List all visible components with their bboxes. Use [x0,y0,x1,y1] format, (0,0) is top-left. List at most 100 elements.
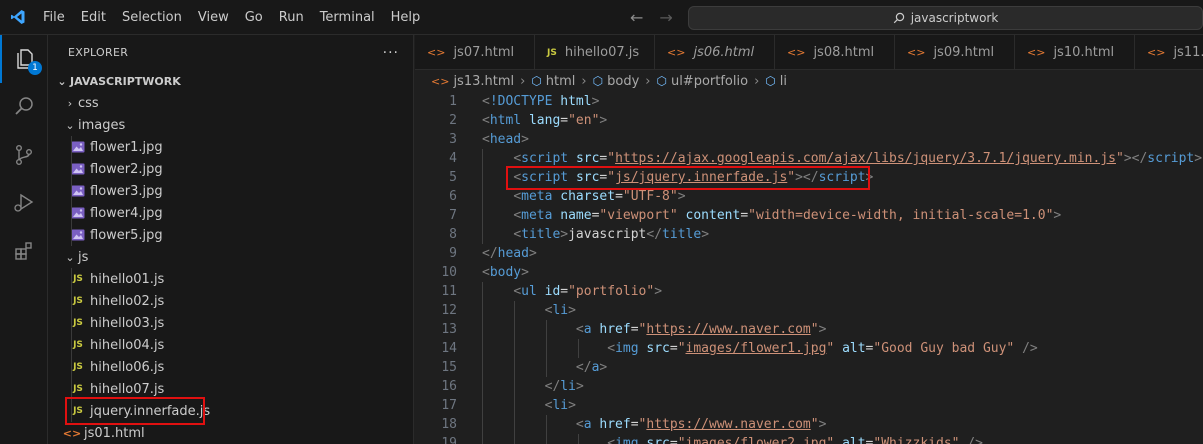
forward-arrow-icon[interactable]: → [659,8,672,27]
tree-file[interactable]: JS hihello03.js [48,312,413,334]
tree-file[interactable]: JS hihello06.js [48,356,413,378]
line-number: 11 [441,284,457,299]
code-token: > [1194,151,1203,166]
js-file-icon: JS [73,340,83,350]
code-editor[interactable]: 1 <!DOCTYPE html> 2 <html lang="en"> 3 <head>… [415,92,1203,444]
tab-label: js08.html [813,45,875,60]
breadcrumb-html[interactable]: html [546,74,576,89]
breadcrumb-li[interactable]: li [780,74,787,89]
tree-folder[interactable]: ⌄ images [48,114,413,136]
code-token[interactable]: images/flower2.jpg [686,436,827,444]
workspace-folder[interactable]: ⌄ JAVASCRIPTWORK [48,70,413,92]
code-token: body [489,265,522,280]
editor-tab[interactable]: <> js09.html [895,35,1015,69]
code-token: " [677,341,686,356]
menu-view[interactable]: View [190,0,237,35]
breadcrumb: <> js13.html › ⬡ html › ⬡ body › ⬡ ul#po… [415,70,1203,92]
tree-file[interactable]: JS hihello01.js [48,268,413,290]
tree-file[interactable]: <> js01.html [48,422,413,444]
run-debug-icon [14,193,34,212]
menu-help[interactable]: Help [383,0,429,35]
breadcrumb-ul[interactable]: ul#portfolio [671,74,748,89]
code-token: lang [528,113,561,128]
line-number: 12 [441,303,457,318]
tree-file[interactable]: JS hihello04.js [48,334,413,356]
line-number: 17 [441,398,457,413]
code-text: <img src="images/flower2.jpg" alt="Whizz… [482,434,983,444]
code-token: > [818,417,827,432]
symbol-icon: ⬡ [531,74,542,88]
chevron-down-icon: ⌄ [65,250,75,264]
html-file-icon: <> [907,46,926,59]
code-token[interactable]: images/flower1.jpg [686,341,827,356]
tree-file[interactable]: flower4.jpg [48,202,413,224]
line-number: 3 [449,132,457,147]
editor-tab[interactable]: <> js08.html [775,35,895,69]
symbol-icon: ⬡ [765,74,776,88]
tree-file[interactable]: JS hihello02.js [48,290,413,312]
tree-item-label: js [78,249,89,265]
breadcrumb-file[interactable]: js13.html [453,74,514,89]
menu-edit[interactable]: Edit [73,0,114,35]
code-token: < [482,265,490,280]
tree-file[interactable]: JS jquery.innerfade.js [48,397,413,425]
code-token: < [575,417,584,432]
line-number: 5 [449,170,457,185]
editor-tab[interactable]: <> js11.h [1135,35,1203,69]
tree-item-label: hihello03.js [90,315,165,331]
menu-go[interactable]: Go [237,0,271,35]
code-line: 19 <img src="images/flower2.jpg" alt="Wh… [415,434,1203,444]
tree-file[interactable]: flower3.jpg [48,180,413,202]
code-token: meta [521,208,553,223]
run-debug-activity[interactable] [0,179,48,227]
code-token: "portfolio" [568,284,655,299]
code-token[interactable]: https://ajax.googleapis.com/ajax/libs/jq… [615,151,1116,166]
source-control-activity[interactable] [0,131,48,179]
tree-folder[interactable]: ⌄ js [48,246,413,268]
menu-terminal[interactable]: Terminal [312,0,383,35]
code-token: = [615,189,623,204]
back-arrow-icon[interactable]: ← [630,8,643,27]
menu-file[interactable]: File [35,0,73,35]
breadcrumb-body[interactable]: body [607,74,639,89]
code-token: src [575,151,600,166]
tree-folder[interactable]: › css [48,92,413,114]
html-file-icon: <> [1027,46,1046,59]
html-file-icon: <> [427,46,446,59]
menu-run[interactable]: Run [271,0,312,35]
indent-guide [71,312,72,334]
line-number: 7 [449,208,457,223]
tree-file[interactable]: flower1.jpg [48,136,413,158]
editor-tab[interactable]: <> js10.html [1015,35,1135,69]
code-token: content [685,208,741,223]
image-file-icon [70,227,86,243]
command-center-search[interactable]: javascriptwork [688,6,1203,30]
code-token: = [630,322,639,337]
code-token[interactable]: https://www.naver.com [646,322,810,337]
search-activity[interactable] [0,83,48,131]
editor-tab[interactable]: JS hihello07.js [535,35,655,69]
chevron-down-icon: ⌄ [57,74,67,88]
extensions-activity[interactable] [0,227,48,275]
menu-selection[interactable]: Selection [114,0,190,35]
tree-file[interactable]: flower2.jpg [48,158,413,180]
explorer-activity[interactable]: 1 [0,35,48,83]
code-token: "Good Guy bad Guy" [873,341,1015,356]
tree-file[interactable]: flower5.jpg [48,224,413,246]
code-token: /> [1022,341,1038,356]
editor-tab[interactable]: <> js06.html [655,35,775,69]
menu-bar: File Edit Selection View Go Run Terminal Help [35,0,428,35]
editor-tab[interactable]: <> js07.html [415,35,535,69]
image-file-icon [70,161,86,177]
code-line: 12 <li> [415,301,1203,320]
code-token[interactable]: https://www.naver.com [646,417,810,432]
code-line: 8 <title>javascript</title> [415,225,1203,244]
tree-item-label: flower2.jpg [90,161,163,177]
code-text: <!DOCTYPE html> [482,92,599,111]
more-actions-icon[interactable]: ··· [383,45,399,61]
code-text: <li> [482,396,576,415]
code-token: = [560,113,569,128]
